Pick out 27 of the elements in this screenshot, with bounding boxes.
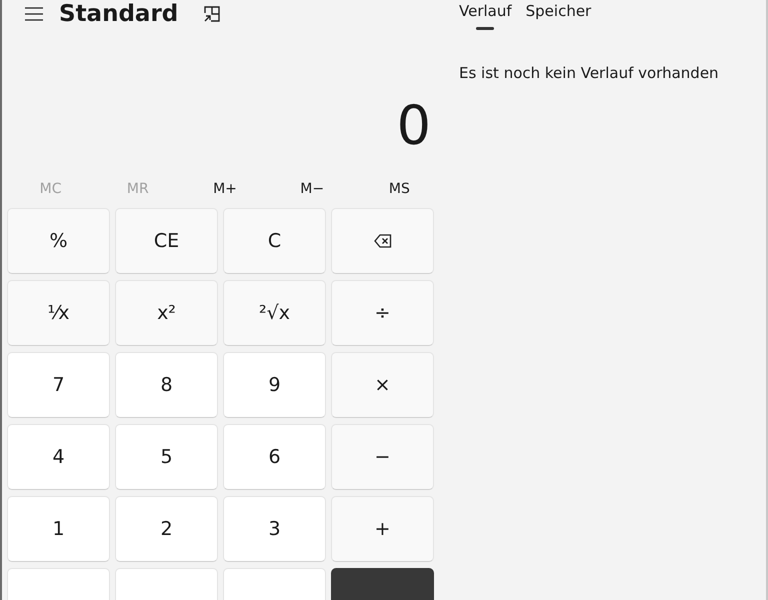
operator-button[interactable]: × xyxy=(331,352,434,418)
digit-button[interactable]: 3 xyxy=(223,496,326,562)
tab[interactable]: Speicher xyxy=(526,0,592,32)
operator-button[interactable]: % xyxy=(7,208,110,274)
digit-button[interactable]: 5 xyxy=(115,424,218,490)
operator-button[interactable]: + xyxy=(331,496,434,562)
memory-button[interactable]: M+ xyxy=(181,180,269,198)
digit-button[interactable]: 6 xyxy=(223,424,326,490)
digit-button[interactable]: 4 xyxy=(7,424,110,490)
digit-button[interactable]: 7 xyxy=(7,352,110,418)
digit-button[interactable]: 2 xyxy=(115,496,218,562)
operator-button[interactable]: − xyxy=(331,424,434,490)
operator-button[interactable]: C xyxy=(223,208,326,274)
digit-button[interactable]: 9 xyxy=(223,352,326,418)
digit-button[interactable]: 1 xyxy=(7,496,110,562)
operator-button[interactable]: CE xyxy=(115,208,218,274)
digit-button[interactable]: 8 xyxy=(115,352,218,418)
memory-button[interactable]: M− xyxy=(268,180,356,198)
empty-history-message: Es ist noch kein Verlauf vorhanden xyxy=(459,64,720,82)
operator-button[interactable]: ÷ xyxy=(331,280,434,346)
operator-button[interactable]: ⅟x xyxy=(7,280,110,346)
operator-button[interactable]: ²√x xyxy=(223,280,326,346)
result-display: 0 xyxy=(396,94,432,158)
memory-button[interactable]: MS xyxy=(356,180,444,198)
operator-button[interactable]: x² xyxy=(115,280,218,346)
tab[interactable]: Verlauf xyxy=(459,0,512,32)
mode-title: Standard xyxy=(59,0,178,28)
